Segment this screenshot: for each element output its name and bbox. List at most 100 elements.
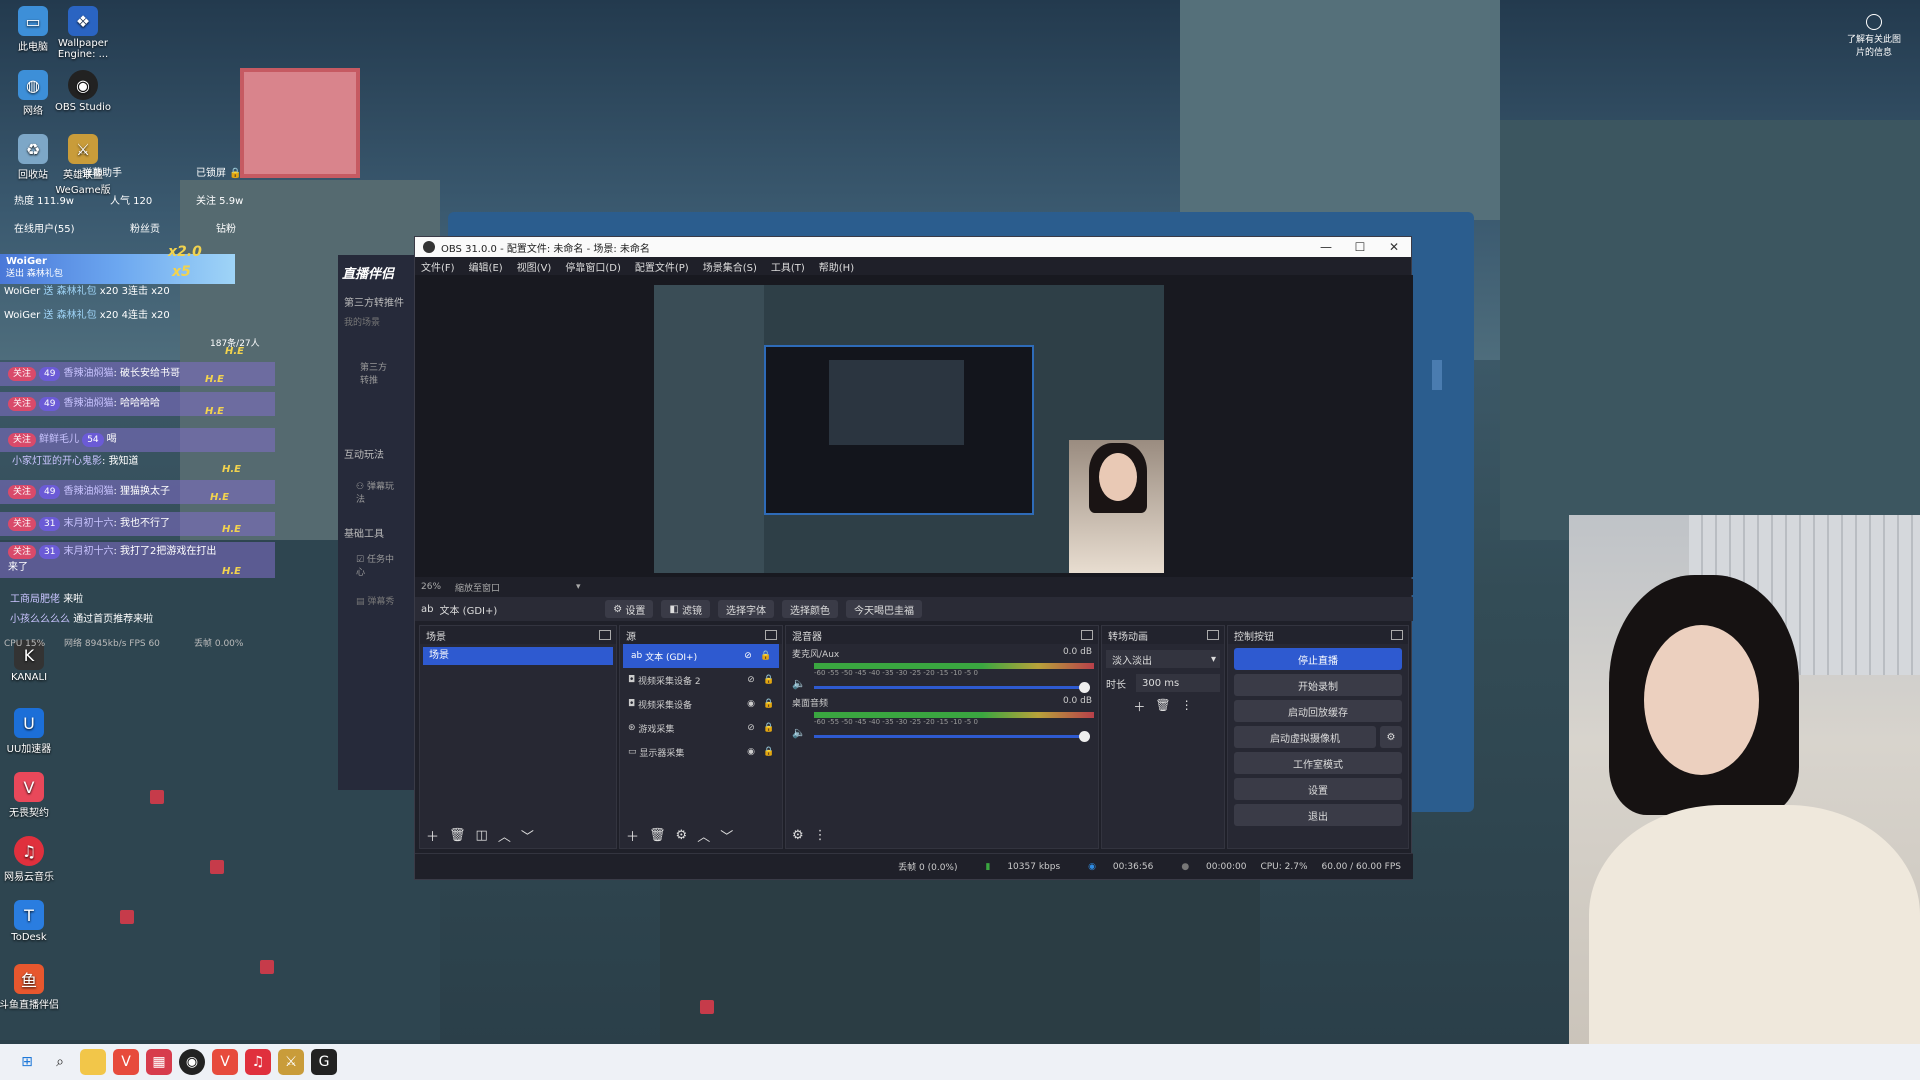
- source-item[interactable]: ◘ 视频采集设备 2 ⊘ 🔒: [620, 668, 782, 692]
- speaker-icon[interactable]: 🔈: [792, 677, 806, 690]
- live-item-scenes[interactable]: 我的场景: [338, 313, 416, 330]
- close-icon[interactable]: ✕: [1377, 240, 1411, 254]
- add-icon[interactable]: ＋: [1133, 698, 1145, 715]
- source-settings-button[interactable]: ⚙ 设置: [605, 600, 654, 618]
- desktop-icon-netease-music[interactable]: ♫ 网易云音乐: [0, 836, 60, 883]
- undock-icon[interactable]: [1207, 630, 1219, 640]
- text-content-field[interactable]: 今天喝巴圭福: [846, 600, 923, 618]
- filter-icon[interactable]: ◫: [476, 828, 488, 843]
- move-up-icon[interactable]: ︿: [498, 826, 511, 845]
- eye-hidden-icon[interactable]: ⊘: [744, 723, 758, 733]
- live-item-danmu[interactable]: ⚇ 弹幕玩法: [338, 461, 416, 505]
- undock-icon[interactable]: [599, 630, 611, 640]
- obs-taskbar-icon[interactable]: ◉: [179, 1049, 205, 1075]
- undock-icon[interactable]: [1081, 630, 1093, 640]
- studio-mode-button[interactable]: 工作室模式: [1234, 752, 1402, 774]
- scene-item[interactable]: 场景: [423, 647, 613, 665]
- start-recording-button[interactable]: 开始录制: [1234, 674, 1402, 696]
- netease-music-taskbar-icon[interactable]: ♫: [245, 1049, 271, 1075]
- windows-start-icon[interactable]: ⊞: [14, 1049, 40, 1075]
- live-item-show[interactable]: ▤ 弹幕秀: [338, 578, 416, 607]
- lock-icon[interactable]: 🔒: [762, 675, 776, 685]
- wallpaper-info[interactable]: 了解有关此图片的信息: [1844, 14, 1904, 58]
- lock-icon[interactable]: 🔒: [759, 651, 773, 661]
- zoom-bar: 26% 縮放至窗口 ▾: [415, 579, 1413, 595]
- desktop-icon-todesk[interactable]: T ToDesk: [0, 900, 60, 943]
- menu-help[interactable]: 帮助(H): [819, 259, 854, 274]
- zoom-value[interactable]: 26%: [421, 582, 441, 592]
- menu-profile[interactable]: 配置文件(P): [635, 259, 689, 274]
- lock-icon[interactable]: 🔒: [762, 747, 776, 757]
- add-icon[interactable]: ＋: [426, 826, 439, 845]
- chevron-down-icon[interactable]: ▾: [576, 582, 581, 592]
- gear-icon[interactable]: ⚙: [1380, 726, 1402, 748]
- menu-view[interactable]: 视图(V): [517, 259, 552, 274]
- menu-scene-collection[interactable]: 场景集合(S): [703, 259, 757, 274]
- he-tag: H.E: [222, 464, 241, 475]
- more-options-icon[interactable]: ⋮: [814, 828, 827, 843]
- eye-icon[interactable]: ◉: [744, 747, 758, 757]
- transition-select[interactable]: 淡入淡出 ▾: [1106, 650, 1220, 668]
- wegame-taskbar-icon[interactable]: ⚔: [278, 1049, 304, 1075]
- stop-streaming-button[interactable]: 停止直播: [1234, 648, 1402, 670]
- desktop-icon-wallpaper-engine[interactable]: ❖ Wallpaper Engine: ...: [52, 6, 114, 60]
- move-down-icon[interactable]: ﹀: [720, 826, 733, 845]
- preview-area[interactable]: [415, 275, 1413, 577]
- trash-icon[interactable]: 🗑: [649, 828, 666, 843]
- eye-hidden-icon[interactable]: ⊘: [744, 675, 758, 685]
- desktop-icon-obs[interactable]: ◉ OBS Studio: [52, 70, 114, 113]
- source-filters-button[interactable]: ◧ 滤镜: [661, 600, 711, 618]
- select-font-button[interactable]: 选择字体: [718, 600, 775, 618]
- volume-slider[interactable]: [813, 730, 1090, 742]
- start-virtual-camera-button[interactable]: 启动虚拟摄像机: [1234, 726, 1376, 748]
- maximize-icon[interactable]: ☐: [1343, 240, 1377, 254]
- he-tag: H.E: [210, 492, 229, 503]
- gear-icon[interactable]: ⚙: [792, 828, 804, 843]
- move-down-icon[interactable]: ﹀: [521, 826, 534, 845]
- app-taskbar-icon[interactable]: ▦: [146, 1049, 172, 1075]
- settings-button[interactable]: 设置: [1234, 778, 1402, 800]
- app-taskbar-icon[interactable]: G: [311, 1049, 337, 1075]
- gear-icon[interactable]: ⚙: [676, 828, 688, 843]
- add-icon[interactable]: ＋: [626, 826, 639, 845]
- gift-button[interactable]: 钻粉: [216, 220, 236, 240]
- obs-titlebar[interactable]: OBS 31.0.0 - 配置文件: 未命名 - 场景: 未命名 — ☐ ✕: [415, 237, 1411, 257]
- preview-canvas[interactable]: [654, 285, 1164, 573]
- source-item[interactable]: ▭ 显示器采集 ◉ 🔒: [620, 740, 782, 764]
- eye-hidden-icon[interactable]: ⊘: [741, 651, 755, 661]
- undock-icon[interactable]: [765, 630, 777, 640]
- desktop-icon-douyu[interactable]: 鱼斗鱼直播伴侣: [0, 964, 60, 1011]
- eye-icon[interactable]: ◉: [744, 699, 758, 709]
- trash-icon[interactable]: 🗑: [449, 828, 466, 843]
- exit-button[interactable]: 退出: [1234, 804, 1402, 826]
- duration-field[interactable]: 300 ms: [1136, 674, 1220, 692]
- more-options-icon[interactable]: ⋮: [1181, 698, 1193, 715]
- lock-icon[interactable]: 🔒: [762, 723, 776, 733]
- zoom-label[interactable]: 縮放至窗口: [455, 581, 500, 594]
- undock-icon[interactable]: [1391, 630, 1403, 640]
- desktop-icon-valorant[interactable]: V 无畏契约: [0, 772, 60, 819]
- menu-file[interactable]: 文件(F): [421, 259, 455, 274]
- file-explorer-icon[interactable]: [80, 1049, 106, 1075]
- live-item-third-party[interactable]: 第三方转推: [338, 330, 416, 386]
- source-item[interactable]: ab 文本 (GDI+) ⊘ 🔒: [623, 644, 779, 668]
- source-item[interactable]: ⊛ 游戏采集 ⊘ 🔒: [620, 716, 782, 740]
- desktop-icon-uu[interactable]: U UU加速器: [0, 708, 60, 755]
- start-replay-buffer-button[interactable]: 启动回放缓存: [1234, 700, 1402, 722]
- volume-slider[interactable]: [813, 681, 1090, 693]
- minimize-icon[interactable]: —: [1309, 240, 1343, 254]
- move-up-icon[interactable]: ︿: [697, 826, 710, 845]
- valorant-taskbar-icon[interactable]: V: [212, 1049, 238, 1075]
- menu-docks[interactable]: 停靠窗口(D): [565, 259, 621, 274]
- search-icon[interactable]: ⌕: [47, 1049, 73, 1075]
- live-item-tasks[interactable]: ☑ 任务中心: [338, 540, 416, 578]
- lock-icon[interactable]: 🔒: [762, 699, 776, 709]
- select-color-button[interactable]: 选择颜色: [782, 600, 839, 618]
- menu-edit[interactable]: 编辑(E): [469, 259, 503, 274]
- menu-tools[interactable]: 工具(T): [771, 259, 805, 274]
- mixer-title: 混音器: [792, 631, 822, 643]
- speaker-icon[interactable]: 🔈: [792, 726, 806, 739]
- trash-icon[interactable]: 🗑: [1155, 698, 1170, 715]
- source-item[interactable]: ◘ 视频采集设备 ◉ 🔒: [620, 692, 782, 716]
- valorant-taskbar-icon[interactable]: V: [113, 1049, 139, 1075]
